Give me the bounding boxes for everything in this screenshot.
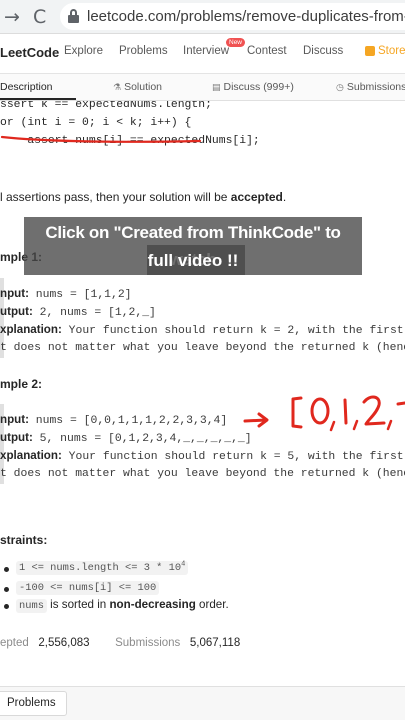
problems-button[interactable]: Problems — [0, 691, 67, 716]
ink-annotations — [0, 135, 405, 432]
ink-digit-one — [343, 398, 348, 425]
ink-underline — [0, 135, 202, 143]
ink-digit-two — [362, 395, 386, 426]
ink-comma — [329, 420, 336, 432]
ink-open-bracket — [291, 396, 303, 429]
ink-comma — [386, 419, 393, 431]
ink-arrow-shaft — [243, 418, 268, 423]
caption-line-2: full video !! — [147, 251, 239, 270]
ink-digit-partial — [396, 401, 405, 406]
ink-digit-zero — [310, 397, 330, 425]
ink-comma — [352, 419, 359, 431]
bottom-bar: Problems — [0, 686, 405, 720]
